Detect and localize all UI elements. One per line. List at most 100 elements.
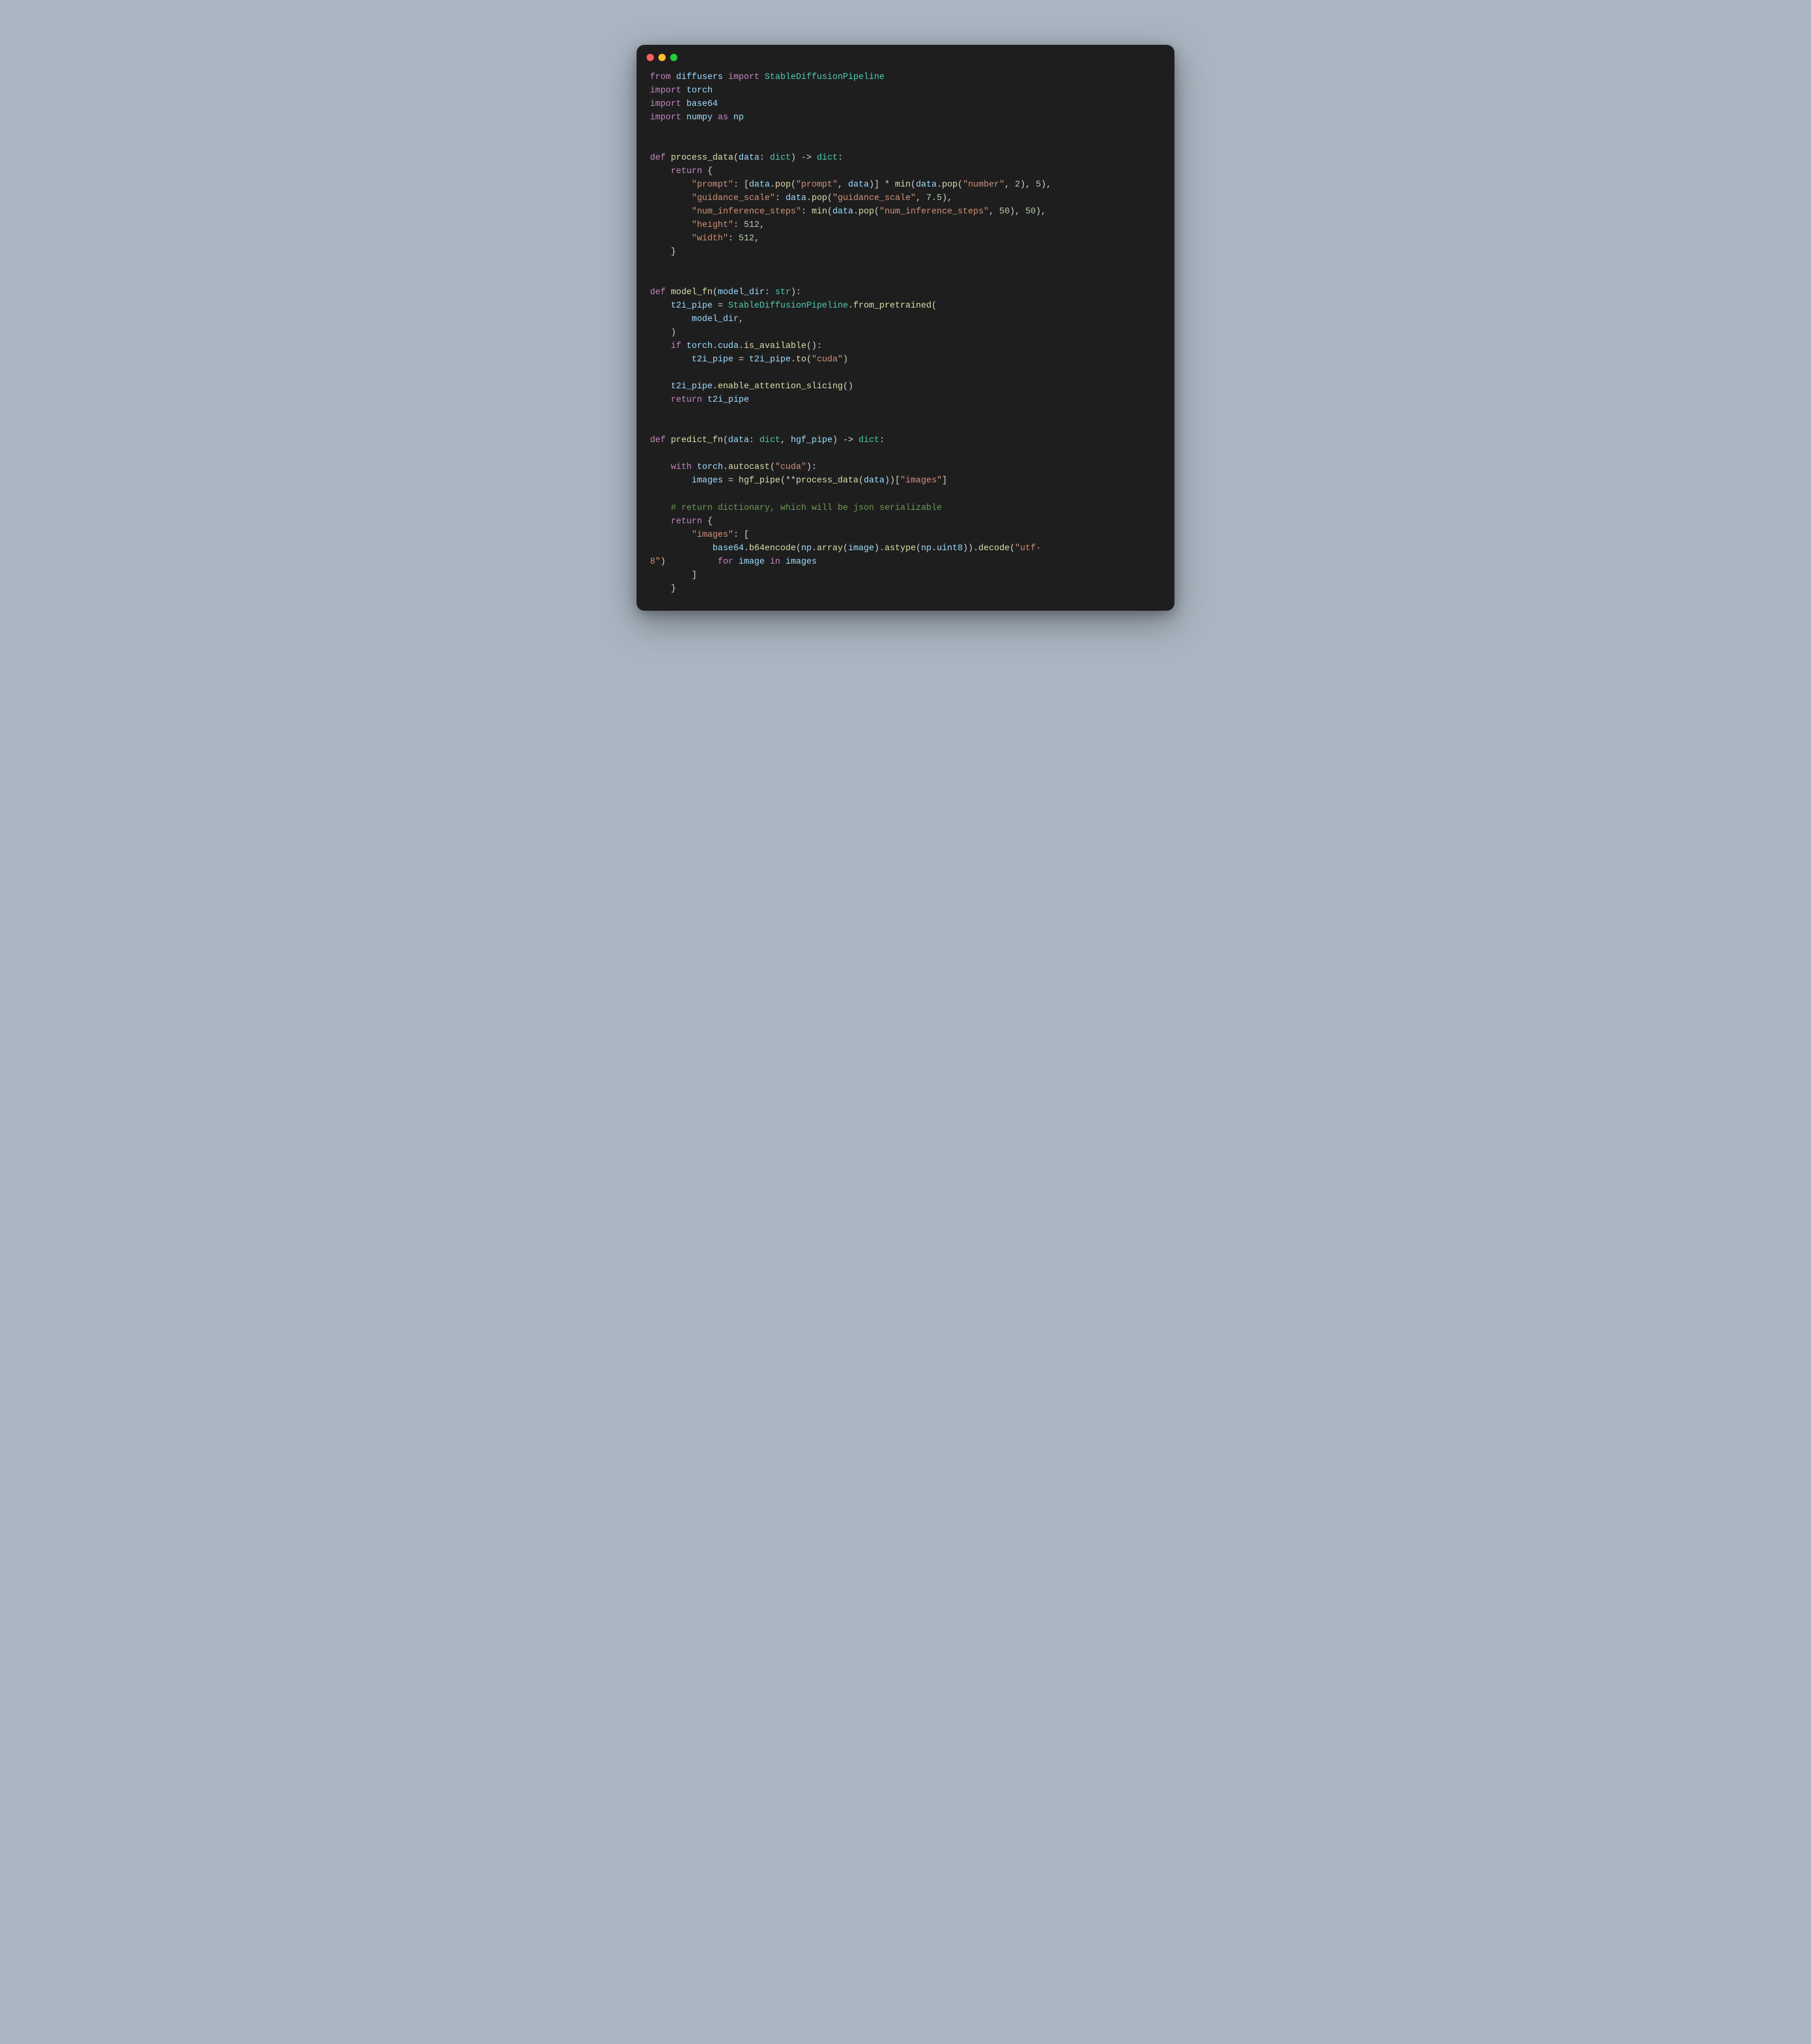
code-token: data (728, 435, 749, 445)
code-token: cuda (718, 341, 739, 351)
code-token: . (848, 300, 853, 310)
code-token (650, 300, 671, 310)
code-token: np (801, 543, 812, 553)
code-token: pop (858, 206, 874, 216)
code-token: ): (791, 287, 801, 297)
code-token: , (989, 206, 1000, 216)
code-token: } (650, 247, 676, 257)
code-token: () (843, 381, 853, 391)
code-token: ), (1041, 179, 1052, 189)
code-token: : (749, 435, 760, 445)
code-line: def model_fn(model_dir: str): (650, 285, 1161, 299)
code-token: array (817, 543, 843, 553)
code-token: pop (775, 179, 791, 189)
code-token: : (765, 287, 776, 297)
code-token: t2i_pipe (749, 354, 791, 364)
code-token: np (733, 112, 744, 122)
code-token: "prompt" (691, 179, 733, 189)
code-token: ), (1035, 206, 1046, 216)
code-token: ( (858, 475, 863, 485)
code-line: "width": 512, (650, 231, 1161, 245)
code-token (650, 314, 691, 324)
code-token: { (707, 166, 712, 176)
code-token (650, 341, 671, 351)
code-token: ) (843, 354, 848, 364)
code-token: data (749, 179, 770, 189)
code-line (650, 124, 1161, 137)
code-token: ( (723, 435, 728, 445)
code-token: . (806, 193, 811, 203)
code-token: ) -> (833, 435, 859, 445)
close-icon[interactable] (647, 54, 654, 61)
code-line: "guidance_scale": data.pop("guidance_sca… (650, 191, 1161, 205)
code-token: dict (770, 152, 791, 162)
code-token: base64 (686, 99, 718, 109)
code-token: ( (874, 206, 879, 216)
code-token: import (728, 72, 765, 82)
code-token: ( (713, 287, 718, 297)
code-token: np (921, 543, 932, 553)
code-token: data (833, 206, 853, 216)
code-token: . (811, 543, 816, 553)
code-token: ( (806, 354, 811, 364)
code-token: . (713, 341, 718, 351)
code-line (650, 406, 1161, 420)
code-token: pop (942, 179, 958, 189)
code-token: process_data (796, 475, 858, 485)
code-token: 7.5 (926, 193, 942, 203)
code-line: "height": 512, (650, 218, 1161, 231)
code-token: ( (827, 206, 832, 216)
code-token: 512 (744, 220, 759, 230)
code-token: "prompt" (796, 179, 838, 189)
code-token (650, 503, 671, 513)
code-token: data (863, 475, 884, 485)
code-token: 512 (739, 233, 754, 243)
code-token: , (838, 179, 848, 189)
code-token: "number" (963, 179, 1004, 189)
code-token: is_available (744, 341, 806, 351)
code-line: base64.b64encode(np.array(image).astype(… (650, 541, 1161, 555)
code-token: t2i_pipe (691, 354, 733, 364)
code-token (650, 394, 671, 405)
code-token: "height" (691, 220, 733, 230)
code-token (650, 543, 713, 553)
code-token: "guidance_scale" (833, 193, 916, 203)
code-token: { (707, 516, 712, 526)
code-token (650, 166, 671, 176)
code-token: . (853, 206, 858, 216)
code-token: data (916, 179, 936, 189)
code-token: ), (1010, 206, 1025, 216)
code-line: import torch (650, 83, 1161, 97)
code-line (650, 258, 1161, 272)
code-token: "num_inference_steps" (691, 206, 801, 216)
code-token: with (671, 462, 697, 472)
code-line (650, 137, 1161, 151)
code-token: 50 (1025, 206, 1036, 216)
code-token: 5 (1035, 179, 1041, 189)
code-token: b64encode (749, 543, 796, 553)
code-line: "num_inference_steps": min(data.pop("num… (650, 205, 1161, 218)
code-token: model_dir (691, 314, 739, 324)
code-line: } (650, 582, 1161, 595)
code-line: if torch.cuda.is_available(): (650, 339, 1161, 352)
code-token: ). (874, 543, 885, 553)
code-line: ) (650, 326, 1161, 339)
code-token: dict (858, 435, 879, 445)
code-token: pop (811, 193, 827, 203)
code-token: . (713, 381, 718, 391)
code-token: ( (958, 179, 963, 189)
code-token: ) (650, 327, 676, 337)
zoom-icon[interactable] (670, 54, 677, 61)
code-token: ] (650, 570, 697, 580)
code-token: images (691, 475, 723, 485)
minimize-icon[interactable] (658, 54, 666, 61)
code-token: "images" (900, 475, 942, 485)
code-token: min (895, 179, 911, 189)
code-line (650, 420, 1161, 433)
code-token: , (739, 314, 744, 324)
code-token: t2i_pipe (671, 381, 712, 391)
code-token (650, 206, 691, 216)
code-token: (): (806, 341, 822, 351)
code-token: . (723, 462, 728, 472)
code-token: . (937, 179, 942, 189)
